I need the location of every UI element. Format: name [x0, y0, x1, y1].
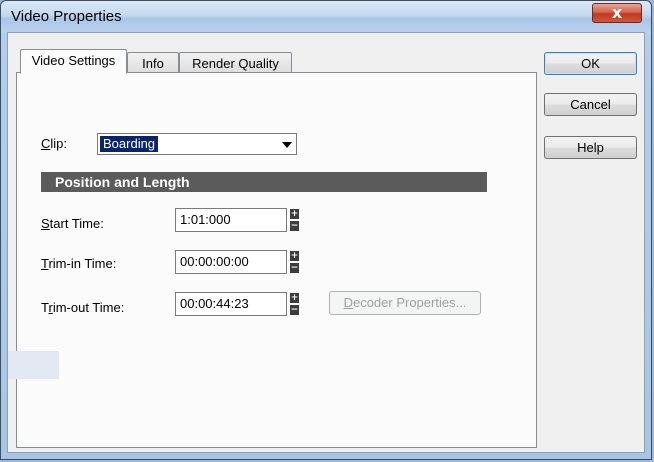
spin-down-icon[interactable]: −	[290, 305, 299, 315]
spin-up-icon[interactable]: +	[290, 209, 299, 219]
trim-in-spinner[interactable]: + −	[290, 250, 300, 274]
spin-down-icon[interactable]: −	[290, 221, 299, 231]
tab-info[interactable]: Info	[127, 52, 179, 74]
tab-label: Render Quality	[192, 56, 279, 71]
trim-out-time-input[interactable]: 00:00:44:23	[175, 292, 287, 316]
spin-up-icon[interactable]: +	[290, 293, 299, 303]
help-button[interactable]: Help	[544, 136, 637, 159]
clip-selected-value: Boarding	[98, 135, 160, 153]
clip-label: Clip:	[41, 136, 68, 151]
chevron-down-icon[interactable]	[282, 142, 292, 148]
clip-dropdown[interactable]: Boarding	[97, 133, 297, 155]
tab-video-settings[interactable]: Video Settings	[20, 49, 127, 74]
window-title: Video Properties	[11, 8, 122, 25]
dialog-client-area: Video Settings Info Render Quality Clip:…	[7, 32, 645, 453]
tab-label: Info	[142, 56, 164, 71]
position-length-header: Position and Length	[41, 172, 487, 192]
selection-highlight-remnant	[8, 351, 59, 379]
cancel-button[interactable]: Cancel	[544, 93, 637, 116]
tab-render-quality[interactable]: Render Quality	[179, 52, 292, 74]
trim-out-time-label: Trim-out Time:	[41, 300, 125, 315]
close-button[interactable]: x	[592, 3, 642, 23]
title-bar[interactable]: Video Properties x	[1, 1, 651, 33]
decoder-properties-button[interactable]: Decoder Properties...	[329, 291, 481, 315]
trim-in-time-label: Trim-in Time:	[41, 256, 117, 271]
close-icon: x	[611, 3, 623, 22]
trim-out-spinner[interactable]: + −	[290, 292, 300, 316]
dialog-window: Video Properties x Video Settings Info R…	[0, 0, 652, 460]
trim-in-time-input[interactable]: 00:00:00:00	[175, 250, 287, 274]
tab-label: Video Settings	[31, 53, 116, 68]
start-time-label: Start Time:	[41, 216, 104, 231]
spin-down-icon[interactable]: −	[290, 263, 299, 273]
tab-panel-video-settings: Clip: Boarding Position and Length Start…	[16, 72, 537, 448]
start-time-input[interactable]: 1:01:000	[175, 208, 287, 232]
spin-up-icon[interactable]: +	[290, 251, 299, 261]
start-time-spinner[interactable]: + −	[290, 208, 300, 232]
ok-button[interactable]: OK	[544, 52, 637, 75]
